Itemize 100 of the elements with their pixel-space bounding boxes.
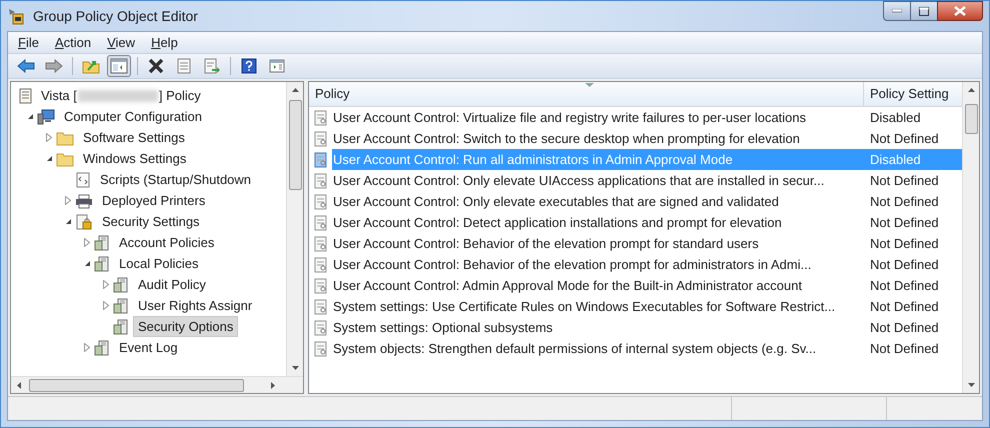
server-icon — [94, 340, 110, 356]
scroll-right-icon[interactable] — [271, 382, 275, 388]
tree-item[interactable]: Local Policies — [114, 252, 204, 274]
table-cell-text: Not Defined — [869, 318, 940, 337]
policy-icon — [313, 214, 329, 230]
server-icon — [94, 256, 110, 272]
table-cell-text: User Account Control: Switch to the secure desktop when prompting for elevation — [332, 130, 801, 148]
scroll-down-icon[interactable] — [292, 366, 298, 370]
table-row[interactable]: User Account Control: Admin Approval Mode for the Built-in Administrator account Not Defined — [309, 275, 962, 296]
tree-item[interactable]: Audit Policy — [133, 274, 211, 296]
forward-arrow-icon — [45, 59, 63, 73]
document-icon — [176, 58, 192, 74]
table-row[interactable]: User Account Control: Only elevate executables that are signed and validated Not Defined — [309, 191, 962, 212]
tree-item[interactable]: User Rights Assignr — [133, 294, 258, 316]
table-cell-text: Not Defined — [869, 172, 940, 190]
table-cell-text: Not Defined — [869, 192, 940, 211]
table-row[interactable]: User Account Control: Detect application installations and prompt for elevation Not Defined — [309, 212, 962, 233]
expand-arrow-icon[interactable] — [65, 196, 71, 205]
policy-icon — [313, 320, 329, 336]
table-cell-text: User Account Control: Only elevate UIAccess applications that are installed in secur... — [332, 172, 826, 190]
script-icon — [75, 172, 91, 188]
tree-item[interactable]: Event Log — [114, 336, 183, 358]
back-arrow-icon — [17, 59, 35, 73]
menu-item[interactable]: Action — [48, 32, 98, 52]
column-header[interactable]: Policy Setting — [864, 82, 962, 106]
folder-icon — [56, 150, 74, 166]
table-row[interactable]: System objects: Strengthen default permissions of internal system objects (e.g. Sv... Not Defined — [309, 338, 962, 359]
minimize-button[interactable] — [883, 1, 911, 21]
tree-item[interactable]: Security Settings — [97, 210, 205, 232]
table-row[interactable]: System settings: Optional subsystems Not Defined — [309, 317, 962, 338]
vertical-scrollbar[interactable] — [962, 82, 979, 393]
tree-item[interactable]: Security Options — [133, 316, 238, 338]
tree-item[interactable]: Software Settings — [78, 126, 190, 148]
policy-icon — [313, 298, 329, 314]
app-icon — [7, 7, 25, 25]
scroll-up-icon[interactable] — [292, 88, 298, 92]
close-icon — [954, 6, 966, 16]
minimize-icon — [892, 9, 902, 13]
policy-icon — [313, 130, 329, 146]
table-row[interactable]: User Account Control: Virtualize file and registry write failures to per-user locations Disabled — [309, 107, 962, 128]
scroll-thumb[interactable] — [29, 379, 244, 392]
tree-item[interactable]: Computer Configuration — [59, 106, 208, 128]
close-button[interactable] — [937, 1, 983, 21]
table-row[interactable]: System settings: Use Certificate Rules on Windows Executables for Software Restrict... Not Defined — [309, 296, 962, 317]
document-icon — [17, 88, 33, 104]
vertical-scrollbar[interactable] — [286, 82, 303, 376]
tree-item[interactable]: Vista [ ] Policy — [37, 86, 205, 106]
table-cell-text: Not Defined — [869, 276, 940, 295]
policy-icon — [313, 340, 329, 356]
tree-item[interactable]: Windows Settings — [78, 148, 192, 170]
scroll-thumb[interactable] — [965, 104, 978, 134]
expand-arrow-icon[interactable] — [84, 238, 90, 247]
scroll-down-icon[interactable] — [968, 383, 974, 387]
collapse-arrow-icon[interactable] — [46, 155, 52, 162]
maximize-icon — [919, 6, 929, 16]
collapse-arrow-icon[interactable] — [26, 113, 34, 120]
server-icon — [113, 276, 129, 292]
expand-arrow-icon[interactable] — [84, 343, 90, 352]
table-cell-text: User Account Control: Behavior of the elevation prompt for administrators in Admi... — [332, 256, 812, 274]
window-title: Group Policy Object Editor — [33, 6, 198, 26]
policy-icon — [313, 172, 329, 188]
panel-icon — [110, 58, 128, 74]
server-icon — [94, 234, 110, 250]
expand-arrow-icon[interactable] — [103, 280, 109, 289]
scroll-up-icon[interactable] — [968, 88, 974, 92]
table-cell-text: Not Defined — [869, 298, 940, 316]
panel-icon — [269, 58, 285, 74]
policy-icon — [313, 236, 329, 252]
folder-arrow-icon — [82, 58, 100, 74]
toolbar-button[interactable] — [107, 55, 131, 77]
menu-item[interactable]: File — [12, 32, 45, 52]
collapse-arrow-icon[interactable] — [84, 260, 90, 267]
table-cell-text: Not Defined — [869, 340, 940, 358]
help-icon — [241, 58, 257, 74]
table-cell-text: User Account Control: Behavior of the elevation prompt for standard users — [332, 234, 760, 253]
menu-item[interactable]: View — [101, 32, 142, 52]
table-row[interactable]: User Account Control: Behavior of the elevation prompt for standard users Not Defined — [309, 233, 962, 254]
menu-item[interactable]: Help — [145, 32, 184, 52]
export-icon — [204, 58, 220, 74]
policy-icon — [313, 278, 329, 294]
sort-arrow-icon — [585, 83, 594, 87]
table-row[interactable]: User Account Control: Switch to the secure desktop when prompting for elevation Not Defined — [309, 128, 962, 149]
expand-arrow-icon[interactable] — [46, 133, 52, 142]
table-row[interactable]: User Account Control: Only elevate UIAccess applications that are installed in secur... Not Defined — [309, 170, 962, 191]
table-cell-text: System settings: Optional subsystems — [332, 318, 554, 337]
collapse-arrow-icon[interactable] — [64, 218, 72, 225]
tree-item[interactable]: Scripts (Startup/Shutdown — [95, 168, 256, 190]
scroll-thumb[interactable] — [289, 100, 302, 190]
table-cell-text: User Account Control: Admin Approval Mode for the Built-in Administrator account — [332, 276, 803, 295]
horizontal-scrollbar[interactable] — [11, 376, 303, 393]
printer-icon — [75, 192, 93, 208]
tree-item[interactable]: Deployed Printers — [97, 190, 210, 212]
table-cell-text: Not Defined — [869, 130, 940, 148]
table-cell-text: Disabled — [869, 108, 922, 127]
table-row[interactable]: User Account Control: Behavior of the elevation prompt for administrators in Admi... Not Defined — [309, 254, 962, 275]
column-header[interactable]: Policy — [309, 82, 864, 106]
scroll-left-icon[interactable] — [17, 382, 21, 388]
maximize-button[interactable] — [911, 1, 937, 21]
expand-arrow-icon[interactable] — [103, 301, 109, 310]
tree-item[interactable]: Account Policies — [114, 232, 220, 254]
